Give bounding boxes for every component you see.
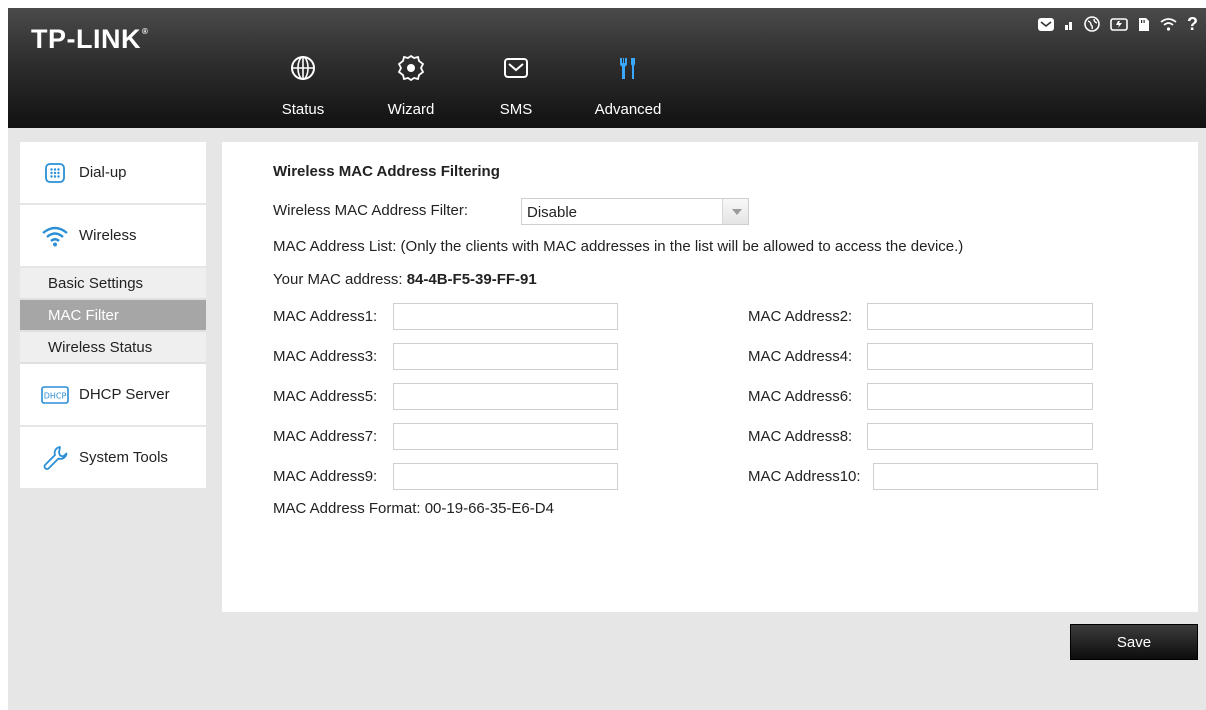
- chevron-down-icon[interactable]: [722, 199, 748, 224]
- mac-address-3-input[interactable]: [393, 343, 618, 370]
- mac-format-note: MAC Address Format: 00-19-66-35-E6-D4: [273, 500, 554, 517]
- sim-icon: [1138, 15, 1150, 33]
- sidebar-item-dial-up[interactable]: Dial-up: [20, 142, 206, 205]
- mac-address-4-label: MAC Address4:: [748, 348, 853, 365]
- mac-address-9-label: MAC Address9:: [273, 468, 378, 485]
- sidebar-item-dhcp-server[interactable]: DHCP DHCP Server: [20, 364, 206, 427]
- sidebar-sub-mac-filter[interactable]: MAC Filter: [20, 300, 206, 332]
- globe-icon: [1084, 15, 1100, 33]
- filter-label: Wireless MAC Address Filter:: [273, 202, 469, 219]
- main-content: Wireless MAC Address Filtering Wireless …: [222, 142, 1198, 612]
- mac-address-1-label: MAC Address1:: [273, 308, 378, 325]
- mac-address-10-label: MAC Address10:: [748, 468, 861, 485]
- wifi-icon: [41, 222, 69, 250]
- sidebar: Dial-up Wireless Basic Settings MAC Filt…: [20, 142, 206, 490]
- your-mac-address: Your MAC address: 84-4B-F5-39-FF-91: [273, 271, 537, 288]
- save-button[interactable]: Save: [1070, 624, 1198, 660]
- wifi-icon: [1160, 15, 1177, 33]
- mac-list-note: MAC Address List: (Only the clients with…: [273, 238, 964, 255]
- battery-icon: [1110, 15, 1128, 33]
- filter-select-value: Disable: [527, 204, 578, 221]
- gear-icon: [398, 55, 424, 81]
- mac-address-6-label: MAC Address6:: [748, 388, 853, 405]
- mac-address-1-input[interactable]: [393, 303, 618, 330]
- status-bar: ?: [1038, 14, 1198, 34]
- mac-address-3-label: MAC Address3:: [273, 348, 378, 365]
- top-header: TP-LINK® Status Wizard SMS Advanced ?: [8, 8, 1206, 128]
- dialpad-icon: [41, 159, 69, 187]
- nav-sms[interactable]: SMS: [476, 50, 556, 128]
- mac-address-5-input[interactable]: [393, 383, 618, 410]
- mac-address-7-input[interactable]: [393, 423, 618, 450]
- help-icon[interactable]: ?: [1187, 14, 1198, 34]
- mac-address-7-label: MAC Address7:: [273, 428, 378, 445]
- nav-advanced[interactable]: Advanced: [588, 50, 668, 128]
- nav-wizard[interactable]: Wizard: [371, 50, 451, 128]
- envelope-icon: [504, 58, 528, 78]
- sidebar-sub-basic-settings[interactable]: Basic Settings: [20, 268, 206, 300]
- filter-select[interactable]: Disable: [521, 198, 749, 225]
- mac-address-4-input[interactable]: [867, 343, 1093, 370]
- page-title: Wireless MAC Address Filtering: [273, 163, 500, 180]
- mac-address-8-input[interactable]: [867, 423, 1093, 450]
- sidebar-item-wireless[interactable]: Wireless: [20, 205, 206, 268]
- tp-link-logo: TP-LINK®: [31, 24, 149, 54]
- nav-status[interactable]: Status: [263, 50, 343, 128]
- mac-address-9-input[interactable]: [393, 463, 618, 490]
- wrench-icon: [41, 444, 69, 472]
- mac-address-8-label: MAC Address8:: [748, 428, 853, 445]
- dhcp-icon: DHCP: [41, 381, 69, 409]
- mac-address-10-input[interactable]: [873, 463, 1098, 490]
- envelope-icon[interactable]: [1038, 15, 1054, 33]
- mac-address-2-label: MAC Address2:: [748, 308, 853, 325]
- svg-text:DHCP: DHCP: [44, 391, 67, 400]
- mac-address-6-input[interactable]: [867, 383, 1093, 410]
- globe-icon: [291, 56, 315, 80]
- mac-address-2-input[interactable]: [867, 303, 1093, 330]
- tools-icon: [620, 58, 635, 79]
- mac-address-5-label: MAC Address5:: [273, 388, 378, 405]
- signal-icon: [1064, 15, 1074, 33]
- sidebar-item-system-tools[interactable]: System Tools: [20, 427, 206, 490]
- app-frame: TP-LINK® Status Wizard SMS Advanced ? Di…: [8, 8, 1206, 710]
- sidebar-sub-wireless-status[interactable]: Wireless Status: [20, 332, 206, 364]
